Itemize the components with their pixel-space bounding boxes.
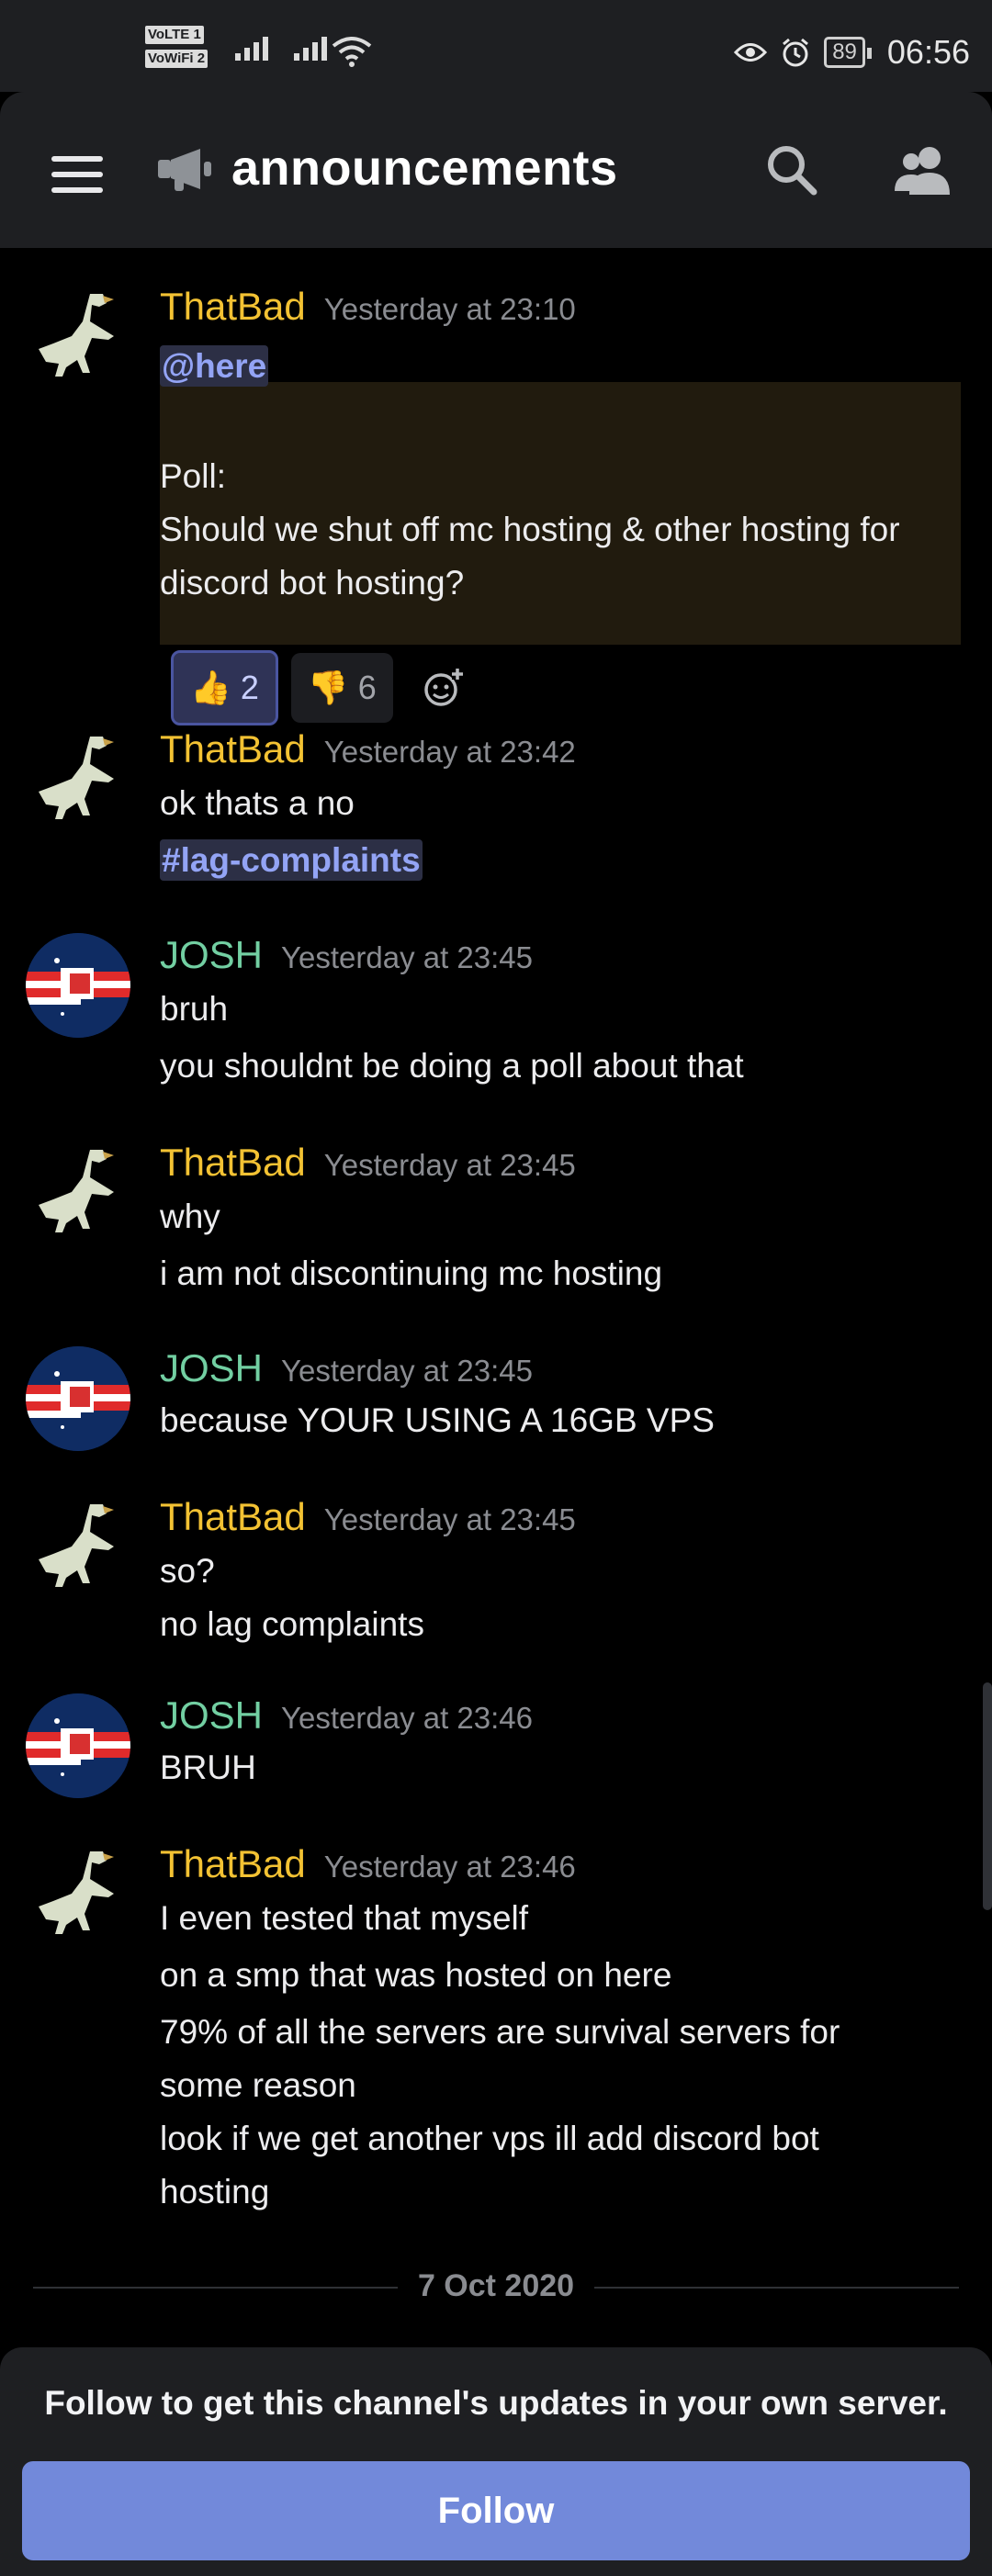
channel-link[interactable]: #lag-complaints [160,839,423,881]
message-text: hosting [160,2173,270,2210]
username[interactable]: JOSH [160,933,263,977]
timestamp: Yesterday at 23:46 [323,1850,576,1884]
message-text: why [160,1198,220,1235]
message-text: Poll: [160,457,226,495]
timestamp: Yesterday at 23:45 [323,1502,576,1536]
members-icon[interactable] [893,143,955,197]
message-text: some reason [160,2066,356,2104]
eye-comfort-icon [734,43,768,62]
thumbs-up-reaction[interactable]: 👍 2 [171,650,278,726]
signal-strength-2-icon [294,37,327,61]
message-text: I even tested that myself [160,1899,529,1937]
thumbs-down-icon: 👎 [307,669,349,706]
message-header: ThatBad Yesterday at 23:45 [160,1495,576,1539]
message-text: #lag-complaints [160,839,423,881]
clock: 06:56 [886,33,970,71]
message-header: JOSH Yesterday at 23:45 [160,1346,533,1390]
message-text: BRUH [160,1749,256,1786]
message-header: ThatBad Yesterday at 23:45 [160,1141,576,1185]
divider-date-text: 7 Oct 2020 [397,2268,595,2303]
username[interactable]: ThatBad [160,285,306,329]
username[interactable]: ThatBad [160,1842,306,1886]
reaction-count: 2 [240,669,259,706]
message-text: look if we get another vps ill add disco… [160,2120,819,2157]
timestamp: Yesterday at 23:45 [323,1148,576,1182]
username[interactable]: ThatBad [160,1495,306,1539]
thumbs-down-reaction[interactable]: 👎 6 [290,653,393,723]
duck-avatar[interactable] [26,1495,130,1600]
here-mention[interactable]: @here [160,345,269,387]
vowifi-label: VoWiFi 2 [145,50,209,68]
timestamp: Yesterday at 23:45 [281,1354,534,1388]
alarm-icon [783,38,809,67]
channel-header: announcements [0,92,992,248]
duck-avatar[interactable] [26,1842,130,1947]
username[interactable]: JOSH [160,1346,263,1390]
wifi-icon [332,37,372,67]
divider-date: 7 Oct 2020 [33,2268,959,2304]
status-bar: VoLTE 1 VoWiFi 2 89 06:56 [0,0,992,92]
follow-button[interactable]: Follow [22,2461,970,2560]
battery-indicator: 89 [824,37,872,68]
username[interactable]: ThatBad [160,727,306,771]
volte-label: VoLTE 1 [145,26,204,44]
josh-avatar[interactable] [26,1346,130,1451]
josh-avatar[interactable] [26,1693,130,1798]
timestamp: Yesterday at 23:46 [281,1701,534,1735]
message-text: Should we shut off mc hosting & other ho… [160,511,900,548]
announcement-megaphone-icon [158,149,211,191]
message-text: because YOUR USING A 16GB VPS [160,1401,715,1439]
username[interactable]: ThatBad [160,1141,306,1185]
reactions-row: 👍 2 👎 6 [171,650,465,726]
username[interactable]: JOSH [160,1693,263,1738]
follow-prompt: Follow to get this channel's updates in … [44,2384,948,2422]
message-list[interactable]: ThatBad Yesterday at 23:10 @here Poll: S… [0,248,992,2342]
message-header: JOSH Yesterday at 23:45 [160,933,533,977]
message-header: JOSH Yesterday at 23:46 [160,1693,533,1738]
follow-panel: Follow to get this channel's updates in … [0,2347,992,2576]
message-text: bruh [160,990,229,1028]
menu-icon[interactable] [51,156,103,203]
scrollbar[interactable] [983,1682,992,1910]
thumbs-up-icon: 👍 [190,669,231,706]
message-header: ThatBad Yesterday at 23:46 [160,1842,576,1886]
josh-avatar[interactable] [26,933,130,1038]
duck-avatar[interactable] [26,1141,130,1245]
add-reaction-icon[interactable] [423,667,465,709]
network-type-indicators: VoLTE 1 VoWiFi 2 [145,26,209,73]
message-text: you shouldnt be doing a poll about that [160,1047,744,1085]
search-icon[interactable] [765,143,818,197]
reaction-count: 6 [357,669,377,706]
duck-avatar[interactable] [26,727,130,832]
message-text: no lag complaints [160,1605,424,1643]
message-text: 79% of all the servers are survival serv… [160,2013,840,2051]
message-text: so? [160,1552,215,1590]
channel-title: announcements [231,141,618,196]
timestamp: Yesterday at 23:42 [323,735,576,769]
message-text: on a smp that was hosted on here [160,1956,672,1994]
timestamp: Yesterday at 23:45 [281,940,534,974]
message-header: ThatBad Yesterday at 23:42 [160,727,576,771]
duck-avatar[interactable] [26,285,130,389]
message-text: i am not discontinuing mc hosting [160,1254,663,1292]
message-text: ok thats a no [160,784,355,822]
date-divider: 7 Oct 2020 [33,2268,959,2305]
message-text: @here [160,345,269,387]
signal-strength-icon [235,37,268,61]
status-right-group: 89 06:56 [734,33,970,72]
message-header: ThatBad Yesterday at 23:10 [160,285,576,329]
timestamp: Yesterday at 23:10 [323,292,576,326]
message-text: discord bot hosting? [160,564,465,602]
